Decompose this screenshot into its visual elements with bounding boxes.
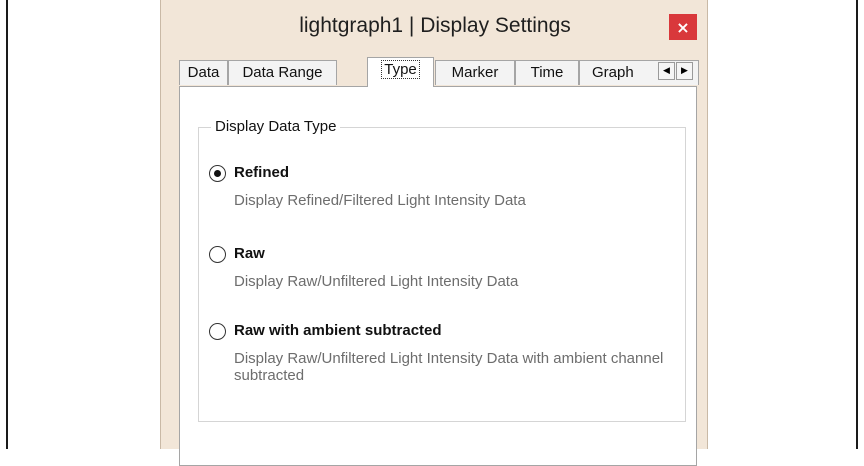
option-label: Refined [234,164,290,181]
radio-raw[interactable] [209,246,226,263]
tab-panel-type: Display Data Type Refined Display Refine… [179,86,697,466]
display-data-type-group: Display Data Type Refined Display Refine… [198,118,686,422]
tab-scroll-left-button[interactable]: ◀ [658,62,675,80]
display-settings-window: lightgraph1 | Display Settings × Data Da… [160,0,708,466]
outer-frame-left [6,0,8,449]
tab-strip: Data Data Range Type Marker Time Graph ◀… [179,57,699,87]
radio-raw-ambient-subtracted[interactable] [209,323,226,340]
option-description: Display Raw/Unfiltered Light Intensity D… [234,273,519,290]
tab-time[interactable]: Time [515,60,579,85]
group-title: Display Data Type [211,118,341,135]
tab-data[interactable]: Data [179,60,228,85]
window-title: lightgraph1 | Display Settings [299,14,571,37]
option-label: Raw [234,245,265,262]
close-icon: × [676,17,690,37]
option-label: Raw with ambient subtracted [234,322,442,339]
tab-data-range[interactable]: Data Range [228,60,337,85]
tab-marker[interactable]: Marker [435,60,515,85]
tab-type[interactable]: Type [367,57,434,87]
chevron-right-icon: ▶ [681,66,688,76]
outer-frame-right [856,0,858,449]
option-description: Display Raw/Unfiltered Light Intensity D… [234,350,664,384]
chevron-left-icon: ◀ [663,66,670,76]
option-description: Display Refined/Filtered Light Intensity… [234,192,526,209]
tab-scroll-right-button[interactable]: ▶ [676,62,693,80]
radio-refined[interactable] [209,165,226,182]
close-button[interactable]: × [669,14,697,40]
